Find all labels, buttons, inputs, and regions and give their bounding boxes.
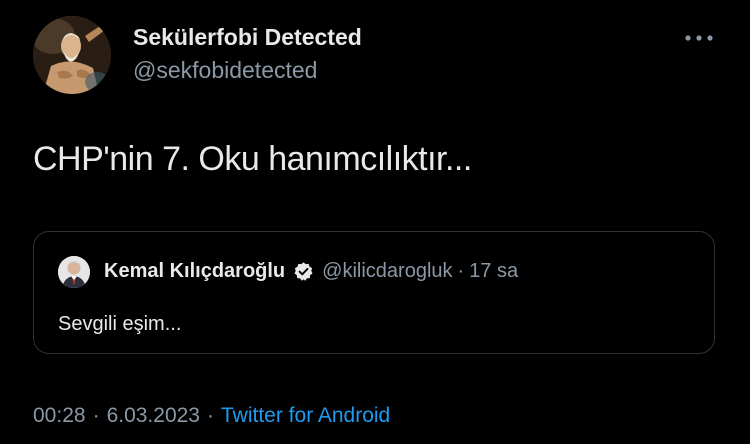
author-display-name[interactable]: Sekülerfobi Detected (133, 24, 362, 51)
quoted-tweet-card[interactable]: Kemal Kılıçdaroğlu @kilicdarogluk · 17 s… (33, 231, 715, 354)
quoted-tweet-header: Kemal Kılıçdaroğlu @kilicdarogluk · 17 s… (104, 260, 518, 283)
verified-badge (293, 261, 314, 282)
classical-painting-avatar-icon (33, 16, 111, 94)
author-handle[interactable]: @sekfobidetected (133, 57, 317, 84)
quoted-author-avatar[interactable] (58, 256, 90, 288)
quoted-author-name[interactable]: Kemal Kılıçdaroğlu (104, 260, 285, 283)
quoted-tweet-text: Sevgili eşim... (58, 313, 182, 335)
meta-separator-1: · (92, 404, 100, 427)
quoted-separator: · (457, 260, 465, 282)
more-options-icon (685, 35, 713, 41)
meta-separator-2: · (207, 404, 214, 427)
tweet-text: CHP'nin 7. Oku hanımcılıktır... (33, 140, 472, 178)
tweet-source-link[interactable]: Twitter for Android (221, 404, 390, 428)
tweet-time[interactable]: 00:28 (33, 404, 86, 428)
author-avatar[interactable] (33, 16, 111, 94)
quoted-author-handle[interactable]: @kilicdarogluk (322, 260, 452, 283)
more-options-button[interactable] (681, 24, 717, 52)
quoted-author-avatar-icon (58, 256, 90, 288)
tweet-metadata: 00:28 · 6.03.2023 · Twitter for Android (33, 404, 390, 428)
tweet-date[interactable]: 6.03.2023 (107, 404, 200, 428)
quoted-timestamp[interactable]: 17 sa (469, 260, 518, 283)
verified-badge-icon (294, 262, 313, 281)
